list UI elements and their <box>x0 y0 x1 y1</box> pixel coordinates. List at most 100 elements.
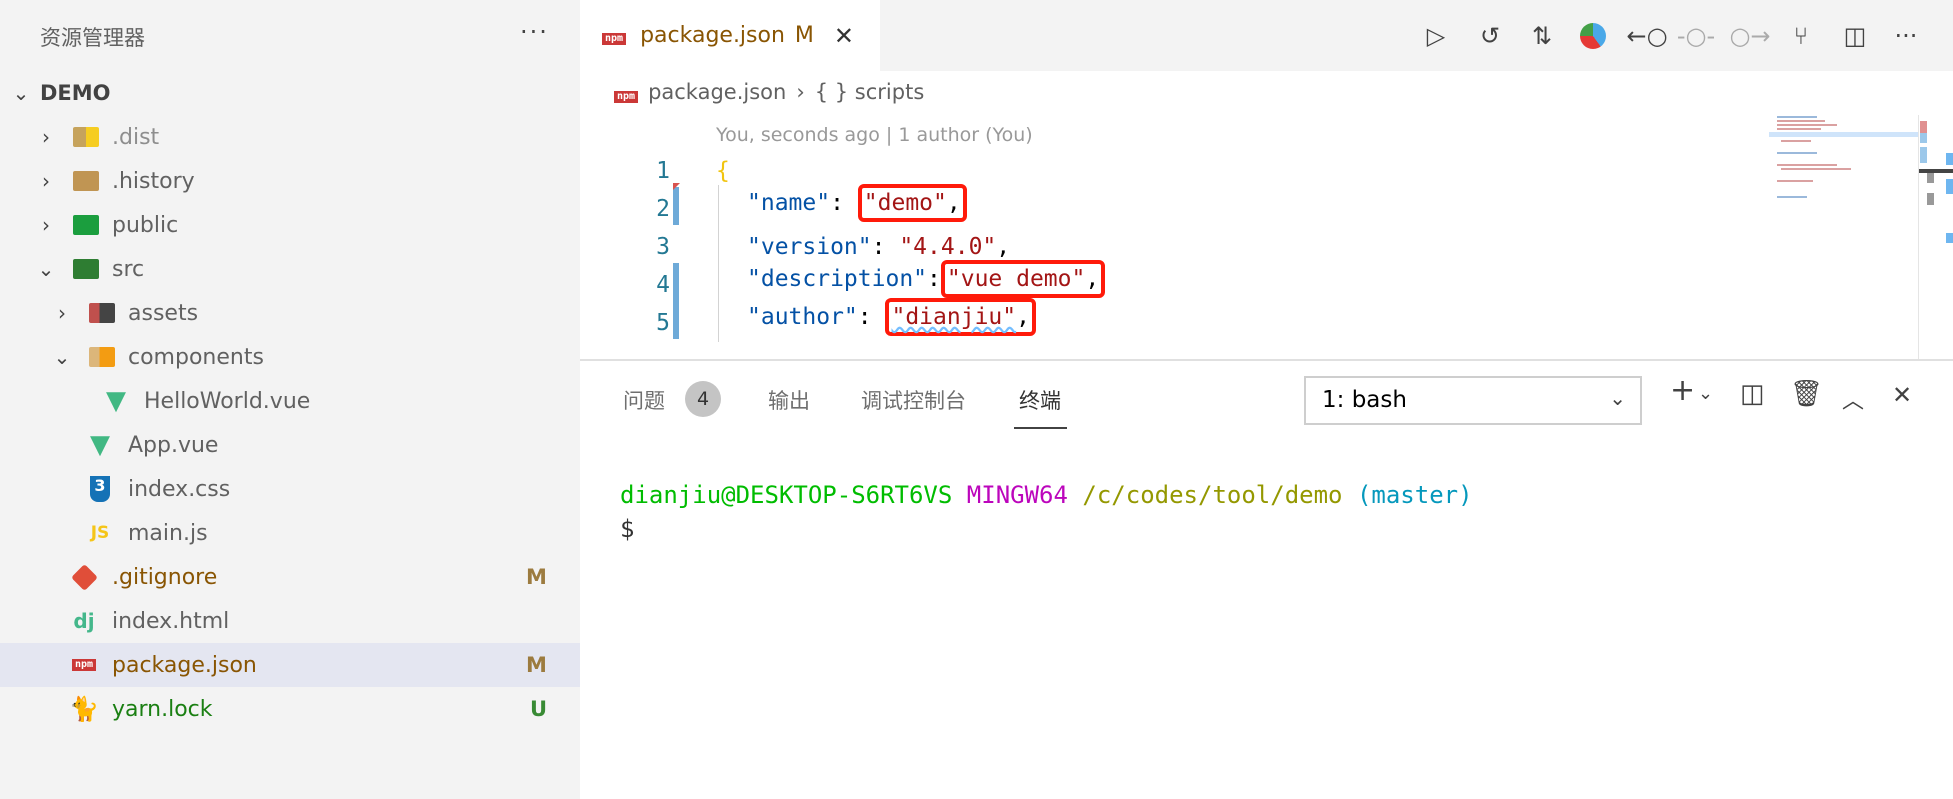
close-icon[interactable]: ✕ <box>834 22 854 50</box>
item-label: public <box>112 212 179 238</box>
chevron-right-icon: › <box>796 80 805 104</box>
trash-icon[interactable]: 🗑 <box>1790 379 1823 409</box>
split-editor-icon[interactable]: ◫ <box>1839 20 1871 52</box>
tree-item-package-json[interactable]: npm package.json M <box>0 643 580 687</box>
explorer-sidebar: 资源管理器 ··· ⌄ DEMO › .dist › .history › pu… <box>0 0 580 799</box>
tab-label: package.json <box>640 23 785 48</box>
close-panel-icon[interactable]: ✕ <box>1892 381 1912 409</box>
item-label: index.html <box>112 608 230 634</box>
chevron-down-icon: ⌄ <box>37 257 55 281</box>
bottom-panel: 问题 4 输出 调试控制台 终端 1: bash ⌄ + ⌄ ◫ 🗑 ︿ ✕ di… <box>580 359 1953 799</box>
active-tab-indicator <box>1014 427 1067 429</box>
tab-terminal[interactable]: 终端 <box>1019 385 1061 415</box>
tree-root-demo[interactable]: ⌄ DEMO <box>0 71 580 115</box>
tree-item-dist[interactable]: › .dist <box>0 115 580 159</box>
maximize-panel-icon[interactable]: ︿ <box>1842 383 1864 415</box>
git-commit-icon[interactable]: -○- <box>1677 20 1715 52</box>
item-label: index.css <box>128 476 231 502</box>
npm-icon: npm <box>602 26 627 45</box>
item-label: src <box>112 256 145 282</box>
highlighted-value: "demo" <box>863 190 947 216</box>
code-line: "author": "dianjiu", <box>747 298 1036 336</box>
highlighted-value: "dianjiu" <box>891 304 1017 330</box>
folder-dist-icon <box>72 124 100 150</box>
code-line: { <box>716 158 730 184</box>
tab-debug-console[interactable]: 调试控制台 <box>861 385 966 415</box>
problems-count-badge: 4 <box>685 381 721 417</box>
code-line: "version": "4.4.0", <box>747 234 1011 260</box>
tab-problems[interactable]: 问题 <box>623 385 665 415</box>
tab-status: M <box>794 23 814 48</box>
chevron-down-icon[interactable]: ⌄ <box>1698 383 1713 404</box>
git-status-badge: M <box>526 653 547 677</box>
tree-item-index-css[interactable]: 3 index.css <box>0 467 580 511</box>
explorer-title: 资源管理器 <box>40 26 145 50</box>
item-label: App.vue <box>128 432 219 458</box>
git-blame-codelens[interactable]: You, seconds ago | 1 author (You) <box>716 124 1033 146</box>
tree-item-main-js[interactable]: JS main.js <box>0 511 580 555</box>
chevron-down-icon: ⌄ <box>12 81 30 105</box>
item-label: components <box>128 344 264 370</box>
chevron-right-icon: › <box>42 169 50 193</box>
folder-assets-icon <box>88 300 116 326</box>
item-label: yarn.lock <box>112 696 213 722</box>
root-label: DEMO <box>40 81 111 105</box>
tree-item-gitignore[interactable]: .gitignore M <box>0 555 580 599</box>
npm-icon: npm <box>70 652 98 678</box>
indent-guide <box>718 185 719 342</box>
timeline-icon[interactable]: ↺ <box>1474 20 1506 52</box>
terminal-select[interactable]: 1: bash ⌄ <box>1304 376 1642 425</box>
tree-item-history[interactable]: › .history <box>0 159 580 203</box>
tree-item-index-html[interactable]: dj index.html <box>0 599 580 643</box>
tree-item-yarn-lock[interactable]: 🐈 yarn.lock U <box>0 687 580 731</box>
tree-item-src[interactable]: ⌄ src <box>0 247 580 291</box>
terminal-prompt-line[interactable]: dianjiu@DESKTOP-S6RT6VS MINGW64 /c/codes… <box>620 481 1473 509</box>
breadcrumb-file[interactable]: package.json <box>648 80 786 104</box>
git-status-badge: U <box>530 697 548 721</box>
chevron-right-icon: › <box>58 301 66 325</box>
git-graph-icon[interactable]: ⑂ <box>1785 20 1817 52</box>
editor-scrollbar[interactable] <box>1918 115 1953 360</box>
new-terminal-icon[interactable]: + <box>1670 373 1695 408</box>
css3-icon: 3 <box>86 476 114 502</box>
run-icon[interactable]: ▷ <box>1420 20 1452 52</box>
tab-output[interactable]: 输出 <box>768 385 810 415</box>
django-icon: dj <box>73 609 95 633</box>
minimap[interactable] <box>1769 112 1919 212</box>
tree-item-assets[interactable]: › assets <box>0 291 580 335</box>
item-label: .gitignore <box>112 564 218 590</box>
deleted-gutter-marker <box>673 183 680 190</box>
tree-item-helloworld-vue[interactable]: ▼ HelloWorld.vue <box>0 379 580 423</box>
item-label: HelloWorld.vue <box>144 388 311 414</box>
split-terminal-icon[interactable]: ◫ <box>1740 379 1765 409</box>
item-label: .dist <box>112 124 160 150</box>
tree-item-app-vue[interactable]: ▼ App.vue <box>0 423 580 467</box>
tree-item-public[interactable]: › public <box>0 203 580 247</box>
folder-icon <box>72 168 100 194</box>
terminal-input-line[interactable]: $ <box>620 515 634 543</box>
item-label: assets <box>128 300 199 326</box>
item-label: main.js <box>128 520 208 546</box>
more-icon[interactable]: ··· <box>1890 20 1922 52</box>
breadcrumb: npm package.json › { } scripts <box>614 80 924 104</box>
vue-icon: ▼ <box>106 386 126 416</box>
pie-chart-icon[interactable] <box>1577 20 1609 52</box>
git-next-icon[interactable]: ○→ <box>1729 20 1770 52</box>
git-previous-icon[interactable]: ←○ <box>1626 20 1667 52</box>
folder-components-icon <box>88 344 116 370</box>
code-line: "name": "demo", <box>747 184 967 222</box>
chevron-right-icon: › <box>42 213 50 237</box>
compare-changes-icon[interactable]: ⇅ <box>1526 20 1558 52</box>
line-number: 1 <box>656 158 670 184</box>
js-icon: JS <box>90 523 110 543</box>
more-actions-icon[interactable]: ··· <box>520 18 549 46</box>
modified-gutter-marker <box>673 187 679 225</box>
npm-icon: npm <box>614 80 639 104</box>
line-number: 2 <box>656 196 670 222</box>
tree-item-components[interactable]: ⌄ components <box>0 335 580 379</box>
folder-src-icon <box>72 256 100 282</box>
item-label: .history <box>112 168 195 194</box>
tab-package-json[interactable]: npm package.json M ✕ <box>580 0 880 71</box>
code-line: "description": "vue demo", <box>747 260 1106 298</box>
breadcrumb-symbol[interactable]: { } scripts <box>815 80 925 104</box>
